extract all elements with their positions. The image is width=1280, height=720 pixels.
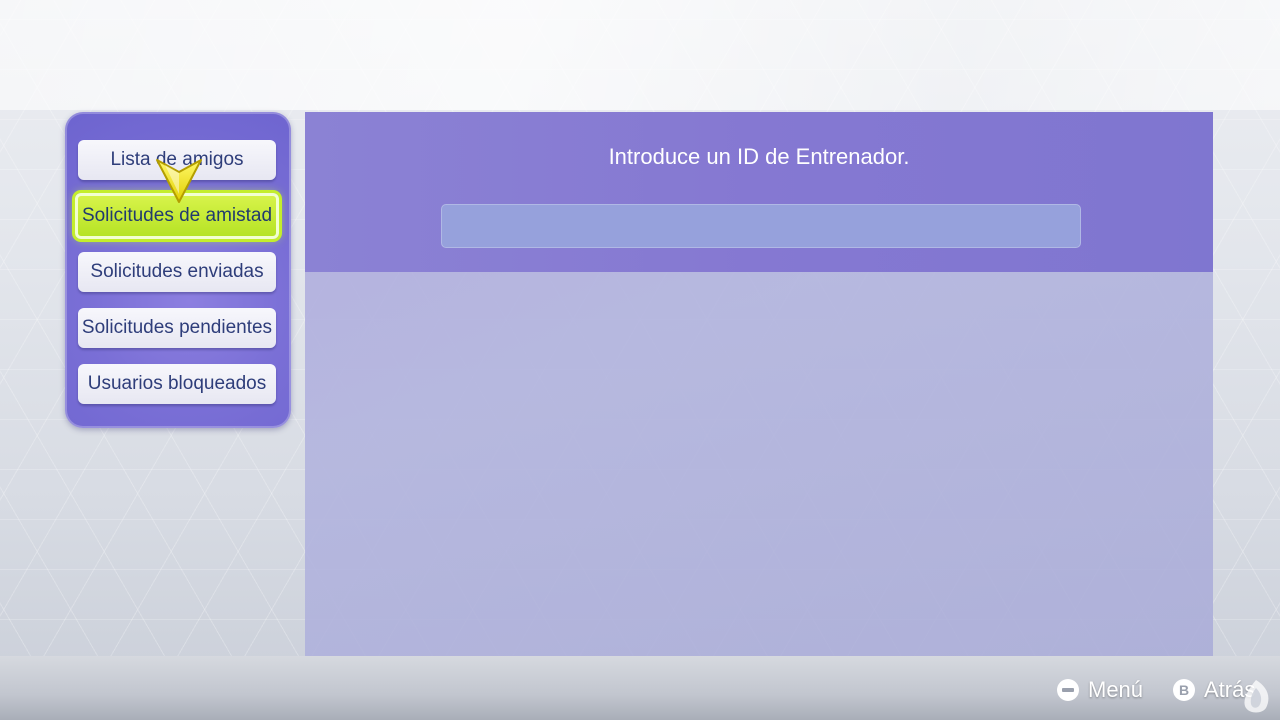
watermark-logo-icon — [1244, 680, 1269, 713]
trainer-id-panel: Introduce un ID de Entrenador. — [305, 112, 1213, 656]
trainer-id-input[interactable] — [441, 204, 1081, 248]
menu-hint-label: Menú — [1088, 677, 1144, 702]
friends-menu-panel: Lista de amigos Solicitudes de amistad S… — [65, 112, 291, 428]
menu-item-pending-requests[interactable]: Solicitudes pendientes — [78, 308, 276, 348]
panel-header: Introduce un ID de Entrenador. — [305, 112, 1213, 272]
arrow-cursor-icon — [156, 159, 202, 203]
menu-item-blocked-users[interactable]: Usuarios bloqueados — [78, 364, 276, 404]
minus-button-icon — [1057, 679, 1079, 701]
menu-hint[interactable]: Menú — [1057, 676, 1143, 704]
b-button-icon: B — [1173, 679, 1195, 701]
background-sheen — [0, 0, 1280, 110]
menu-item-sent-requests[interactable]: Solicitudes enviadas — [78, 252, 276, 292]
prompt-text: Introduce un ID de Entrenador. — [608, 144, 910, 169]
